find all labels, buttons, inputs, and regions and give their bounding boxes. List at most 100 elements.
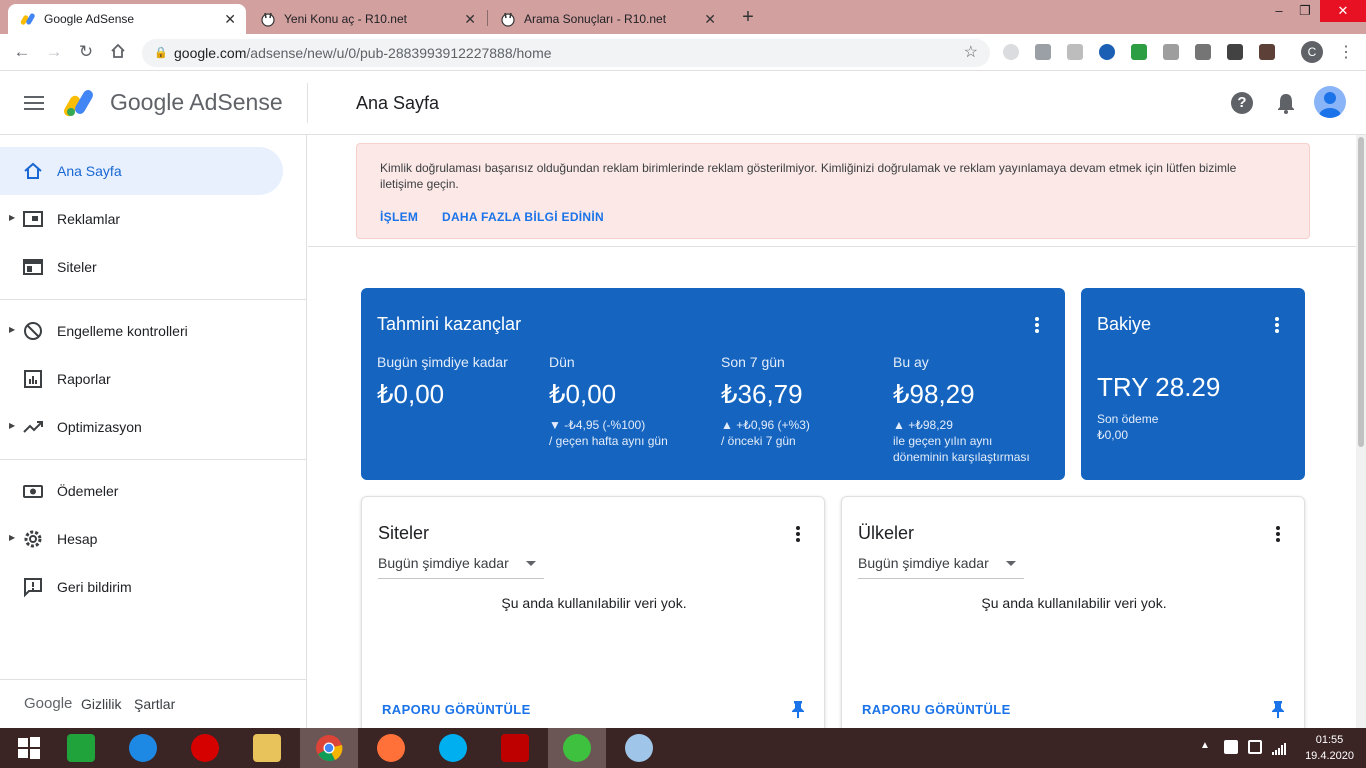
sidebar-divider	[0, 679, 307, 680]
account-avatar[interactable]	[1314, 86, 1346, 118]
taskbar-clock[interactable]: 01:55 19.4.2020	[1305, 732, 1354, 764]
opera-icon[interactable]	[176, 728, 234, 768]
scrollbar-thumb[interactable]	[1358, 137, 1364, 447]
browser-toolbar: ← → ↻ 🔒 google.com/adsense/new/u/0/pub-2…	[0, 34, 1366, 71]
metric-compare: / geçen hafta aynı gün	[549, 434, 668, 448]
url-host: google.com	[174, 45, 247, 61]
adsense-favicon	[20, 11, 36, 27]
period-dropdown-value: Bugün şimdiye kadar	[378, 555, 509, 571]
tab-title: Google AdSense	[44, 12, 135, 26]
back-icon[interactable]: ←	[12, 42, 32, 62]
alert-learn-more-button[interactable]: DAHA FAZLA BİLGİ EDİNİN	[442, 210, 604, 224]
sidebar-item-engelleme-kontrolleri[interactable]: ▶ Engelleme kontrolleri	[0, 307, 283, 355]
internet-explorer-icon[interactable]	[114, 728, 172, 768]
card-title: Tahmini kazançlar	[377, 314, 522, 334]
tray-network-icon[interactable]	[1272, 742, 1286, 760]
extension-icon[interactable]	[1099, 44, 1115, 60]
sidebar-item-hesap[interactable]: ▶ Hesap	[0, 515, 283, 563]
period-dropdown[interactable]: Bugün şimdiye kadar	[378, 555, 544, 579]
address-bar[interactable]: 🔒 google.com/adsense/new/u/0/pub-2883993…	[142, 39, 990, 67]
close-window-icon[interactable]: ✕	[1320, 0, 1366, 22]
sidebar-item-label: Siteler	[57, 259, 97, 275]
tray-battery-icon[interactable]	[1248, 740, 1262, 754]
sidebar-item-ana-sayfa[interactable]: Ana Sayfa	[0, 147, 283, 195]
firefox-icon[interactable]	[362, 728, 420, 768]
zoom-extension-icon[interactable]	[1003, 44, 1019, 60]
balance-card: Bakiye TRY 28.29 Son ödeme ₺0,00	[1081, 288, 1305, 480]
paint-icon[interactable]	[610, 728, 668, 768]
filezilla-icon[interactable]	[486, 728, 544, 768]
sidebar-divider	[0, 459, 307, 460]
extension-icon[interactable]	[1195, 44, 1211, 60]
close-tab-icon[interactable]: ✕	[224, 11, 236, 28]
menu-dots-icon[interactable]: ⋮	[1338, 42, 1354, 62]
tray-expand-icon[interactable]: ▲	[1200, 740, 1210, 751]
sidebar-item-optimizasyon[interactable]: ▶ Optimizasyon	[0, 403, 283, 451]
store-app-icon[interactable]	[52, 728, 110, 768]
metric-value: ₺36,79	[721, 379, 803, 409]
clock-time: 01:55	[1315, 734, 1344, 746]
sidebar-item-raporlar[interactable]: Raporlar	[0, 355, 283, 403]
view-report-link[interactable]: RAPORU GÖRÜNTÜLE	[382, 702, 531, 717]
pin-icon[interactable]	[791, 700, 805, 723]
tab-yeni-konu[interactable]: Yeni Konu aç - R10.net ✕	[248, 4, 486, 34]
extension-icon[interactable]	[1163, 44, 1179, 60]
chrome-icon[interactable]	[300, 728, 358, 768]
alert-action-button[interactable]: İŞLEM	[380, 210, 418, 224]
reload-icon[interactable]: ↻	[76, 42, 96, 62]
card-title: Siteler	[378, 523, 430, 543]
more-options-icon[interactable]	[1034, 316, 1040, 334]
page-scrollbar[interactable]	[1356, 135, 1366, 728]
card-title: Bakiye	[1097, 314, 1152, 334]
footer-privacy-link[interactable]: Gizlilik	[81, 696, 121, 712]
more-options-icon[interactable]	[1275, 525, 1281, 543]
footer-terms-link[interactable]: Şartlar	[134, 696, 175, 712]
extension-icon[interactable]	[1067, 44, 1083, 60]
tab-google-adsense[interactable]: Google AdSense ✕	[8, 4, 246, 34]
trending-icon	[22, 416, 44, 438]
more-options-icon[interactable]	[795, 525, 801, 543]
profile-avatar[interactable]: C	[1301, 41, 1323, 63]
icq-icon[interactable]	[548, 728, 606, 768]
logo-text[interactable]: Google AdSense	[110, 89, 283, 116]
file-explorer-icon[interactable]	[238, 728, 296, 768]
close-tab-icon[interactable]: ✕	[704, 11, 716, 28]
sidebar-item-odemeler[interactable]: Ödemeler	[0, 467, 283, 515]
close-tab-icon[interactable]: ✕	[464, 11, 476, 28]
sidebar-item-geri-bildirim[interactable]: Geri bildirim	[0, 563, 283, 611]
camera-extension-icon[interactable]	[1259, 44, 1275, 60]
metric-compare: / önceki 7 gün	[721, 434, 796, 448]
help-icon[interactable]: ?	[1231, 92, 1253, 114]
content-divider	[308, 246, 1356, 247]
card-title: Ülkeler	[858, 523, 915, 543]
hamburger-menu-icon[interactable]	[24, 95, 44, 116]
last-payment-value: ₺0,00	[1097, 428, 1128, 442]
estimated-earnings-card: Tahmini kazançlar Bugün şimdiye kadar ₺0…	[361, 288, 1065, 480]
pin-icon[interactable]	[1271, 700, 1285, 723]
sidebar-item-siteler[interactable]: Siteler	[0, 243, 283, 291]
notifications-bell-icon[interactable]	[1276, 92, 1296, 119]
code-extension-icon[interactable]	[1035, 44, 1051, 60]
period-dropdown[interactable]: Bugün şimdiye kadar	[858, 555, 1024, 579]
flask-extension-icon[interactable]	[1131, 44, 1147, 60]
page-title: Ana Sayfa	[356, 93, 440, 113]
windows-start-icon[interactable]	[0, 728, 58, 768]
home-icon[interactable]	[108, 42, 128, 62]
metric-label: Son 7 gün	[721, 354, 785, 370]
sidebar-divider	[0, 299, 307, 300]
expand-caret-icon: ▶	[9, 325, 16, 334]
tray-action-center-icon[interactable]	[1224, 740, 1238, 754]
metric-compare: ile geçen yılın aynı	[893, 434, 993, 448]
sidebar-item-label: Ödemeler	[57, 483, 119, 499]
send-extension-icon[interactable]	[1227, 44, 1243, 60]
bookmark-star-icon[interactable]: ☆	[964, 39, 978, 67]
skype-icon[interactable]	[424, 728, 482, 768]
tab-arama-sonuclari[interactable]: Arama Sonuçları - R10.net ✕	[488, 4, 726, 34]
view-report-link[interactable]: RAPORU GÖRÜNTÜLE	[862, 702, 1011, 717]
more-options-icon[interactable]	[1274, 316, 1280, 334]
plus-icon[interactable]: +	[737, 6, 759, 28]
empty-state-message: Şu anda kullanılabilir veri yok.	[981, 595, 1167, 611]
countries-card: Ülkeler Bugün şimdiye kadar Şu anda kull…	[841, 496, 1305, 736]
forward-icon[interactable]: →	[44, 42, 64, 62]
sidebar-item-reklamlar[interactable]: ▶ Reklamlar	[0, 195, 283, 243]
